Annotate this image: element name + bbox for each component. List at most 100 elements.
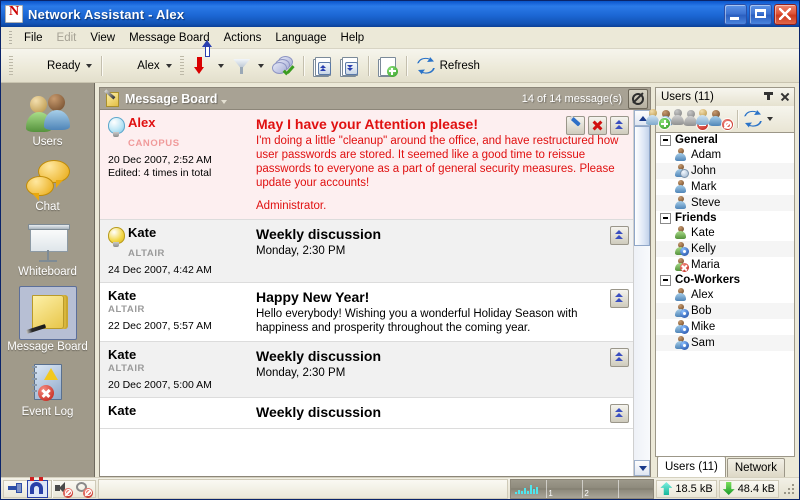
sidebar-item-users[interactable]: Users — [5, 89, 91, 150]
user-name: John — [691, 165, 716, 177]
list-item[interactable]: Kate — [656, 225, 794, 241]
page-collapse-icon — [312, 56, 332, 77]
list-item[interactable]: Steve — [656, 195, 794, 211]
menu-actions[interactable]: Actions — [217, 30, 269, 46]
filter-button[interactable] — [228, 53, 268, 79]
connect-icon[interactable] — [7, 481, 24, 497]
tab-users[interactable]: Users (11) — [657, 456, 726, 477]
collapse-icon[interactable] — [610, 116, 629, 135]
user-label: Alex — [137, 59, 160, 72]
list-item[interactable]: Mike — [656, 319, 794, 335]
bulb-icon — [108, 117, 125, 137]
list-item[interactable]: Kelly — [656, 241, 794, 257]
magnet-icon[interactable] — [27, 479, 48, 498]
status-dropdown-button[interactable]: Ready — [17, 53, 96, 79]
sound-muted-icon[interactable] — [55, 481, 73, 498]
table-row[interactable]: Kate ALTAIR 22 Dec 2007, 5:57 AM Happy N… — [100, 283, 633, 342]
sidebar-item-whiteboard[interactable]: Whiteboard — [5, 219, 91, 280]
resize-gripper[interactable] — [783, 481, 797, 496]
message-author: Alex — [128, 115, 156, 130]
list-item[interactable]: Mark — [656, 179, 794, 195]
menu-language[interactable]: Language — [268, 30, 333, 46]
users-list[interactable]: General Adam John Mark Steve Friends Kat… — [655, 132, 795, 457]
list-item[interactable]: Alex — [656, 287, 794, 303]
chevron-down-icon[interactable] — [767, 117, 773, 121]
menu-grip[interactable] — [9, 31, 12, 44]
refresh-icon[interactable] — [743, 110, 763, 128]
sidebar-item-chat[interactable]: Chat — [5, 154, 91, 215]
user-away-icon — [674, 164, 689, 178]
message-text: Monday, 2:30 PM — [256, 367, 346, 379]
expand-all-button[interactable] — [336, 53, 363, 79]
message-actions — [610, 348, 629, 367]
user-dropdown-button[interactable]: Alex — [107, 53, 175, 79]
group-header-co-workers[interactable]: Co-Workers — [656, 273, 794, 287]
message-meta: Kate ALTAIR 22 Dec 2007, 5:57 AM — [108, 289, 256, 335]
message-host: ALTAIR — [108, 363, 146, 374]
collapse-icon[interactable] — [610, 348, 629, 367]
message-list-scrollbar[interactable] — [633, 110, 650, 476]
window-title: Network Assistant - Alex — [28, 6, 185, 22]
edit-icon[interactable] — [566, 116, 585, 135]
title-bar: Network Assistant - Alex — [1, 1, 799, 27]
block-user-icon[interactable] — [696, 109, 733, 130]
menu-file[interactable]: File — [17, 30, 50, 46]
list-item[interactable]: Maria — [656, 257, 794, 273]
maximize-button[interactable] — [749, 3, 772, 25]
list-item[interactable]: John — [656, 163, 794, 179]
toolbar-grip-2[interactable] — [179, 55, 184, 76]
list-item[interactable]: Adam — [656, 147, 794, 163]
pin-icon[interactable] — [762, 91, 775, 104]
refresh-button[interactable]: Refresh — [412, 53, 484, 79]
users-icon — [24, 91, 72, 135]
alerts-muted-icon[interactable] — [75, 481, 93, 498]
menu-bar: File Edit View Message Board Actions Lan… — [1, 27, 799, 49]
minimize-button[interactable] — [724, 3, 747, 25]
graph-tick: 2 — [584, 488, 589, 498]
close-button[interactable] — [774, 3, 797, 25]
message-date: 20 Dec 2007, 2:52 AM — [108, 154, 212, 166]
collapse-icon[interactable] — [610, 404, 629, 423]
user-online-icon — [674, 196, 687, 210]
tab-network[interactable]: Network — [726, 458, 786, 477]
scroll-down-button[interactable] — [634, 460, 650, 476]
table-row[interactable]: Alex CANOPUS 20 Dec 2007, 2:52 AM Edited… — [100, 110, 633, 220]
delete-icon[interactable] — [588, 116, 607, 135]
stop-icon[interactable] — [628, 88, 648, 109]
list-item[interactable]: Sam — [656, 335, 794, 351]
collapse-toggle-icon[interactable] — [660, 134, 671, 146]
message-host: ALTAIR — [108, 304, 146, 315]
message-subject: Weekly discussion — [256, 404, 382, 420]
chat-icon — [24, 156, 72, 201]
group-header-friends[interactable]: Friends — [656, 211, 794, 225]
group-header-general[interactable]: General — [656, 133, 794, 147]
user-offline-icon — [674, 258, 689, 272]
table-row[interactable]: Kate ALTAIR 24 Dec 2007, 4:42 AM Weekly … — [100, 220, 633, 283]
collapse-toggle-icon[interactable] — [660, 212, 671, 224]
table-row[interactable]: Kate ALTAIR 20 Dec 2007, 5:00 AM Weekly … — [100, 342, 633, 398]
new-message-button[interactable] — [374, 53, 401, 79]
collapse-toggle-icon[interactable] — [660, 274, 671, 286]
scrollbar-track[interactable] — [634, 126, 650, 460]
message-text: Hello everybody! Wishing you a wonderful… — [256, 308, 578, 334]
sidebar-item-message-board[interactable]: Message Board — [5, 284, 91, 355]
list-item[interactable]: Bob — [656, 303, 794, 319]
toolbar-grip[interactable] — [9, 55, 13, 76]
mark-read-button[interactable] — [268, 53, 298, 79]
user-busy-icon — [674, 242, 689, 256]
close-icon[interactable] — [778, 91, 791, 104]
collapse-icon[interactable] — [610, 289, 629, 308]
sidebar-item-event-log[interactable]: Event Log — [5, 359, 91, 420]
scrollbar-thumb[interactable] — [634, 126, 650, 246]
menu-view[interactable]: View — [83, 30, 122, 46]
collapse-icon[interactable] — [610, 226, 629, 245]
upload-arrow-icon — [660, 482, 673, 495]
sort-button[interactable] — [188, 39, 228, 79]
app-window: Network Assistant - Alex File Edit View … — [0, 0, 800, 500]
page-add-icon — [377, 56, 398, 77]
menu-help[interactable]: Help — [334, 30, 372, 46]
collapse-all-button[interactable] — [309, 53, 336, 79]
table-row[interactable]: Kate Weekly discussion — [100, 398, 633, 429]
person-icon — [21, 55, 43, 77]
chevron-down-icon[interactable] — [221, 100, 228, 104]
